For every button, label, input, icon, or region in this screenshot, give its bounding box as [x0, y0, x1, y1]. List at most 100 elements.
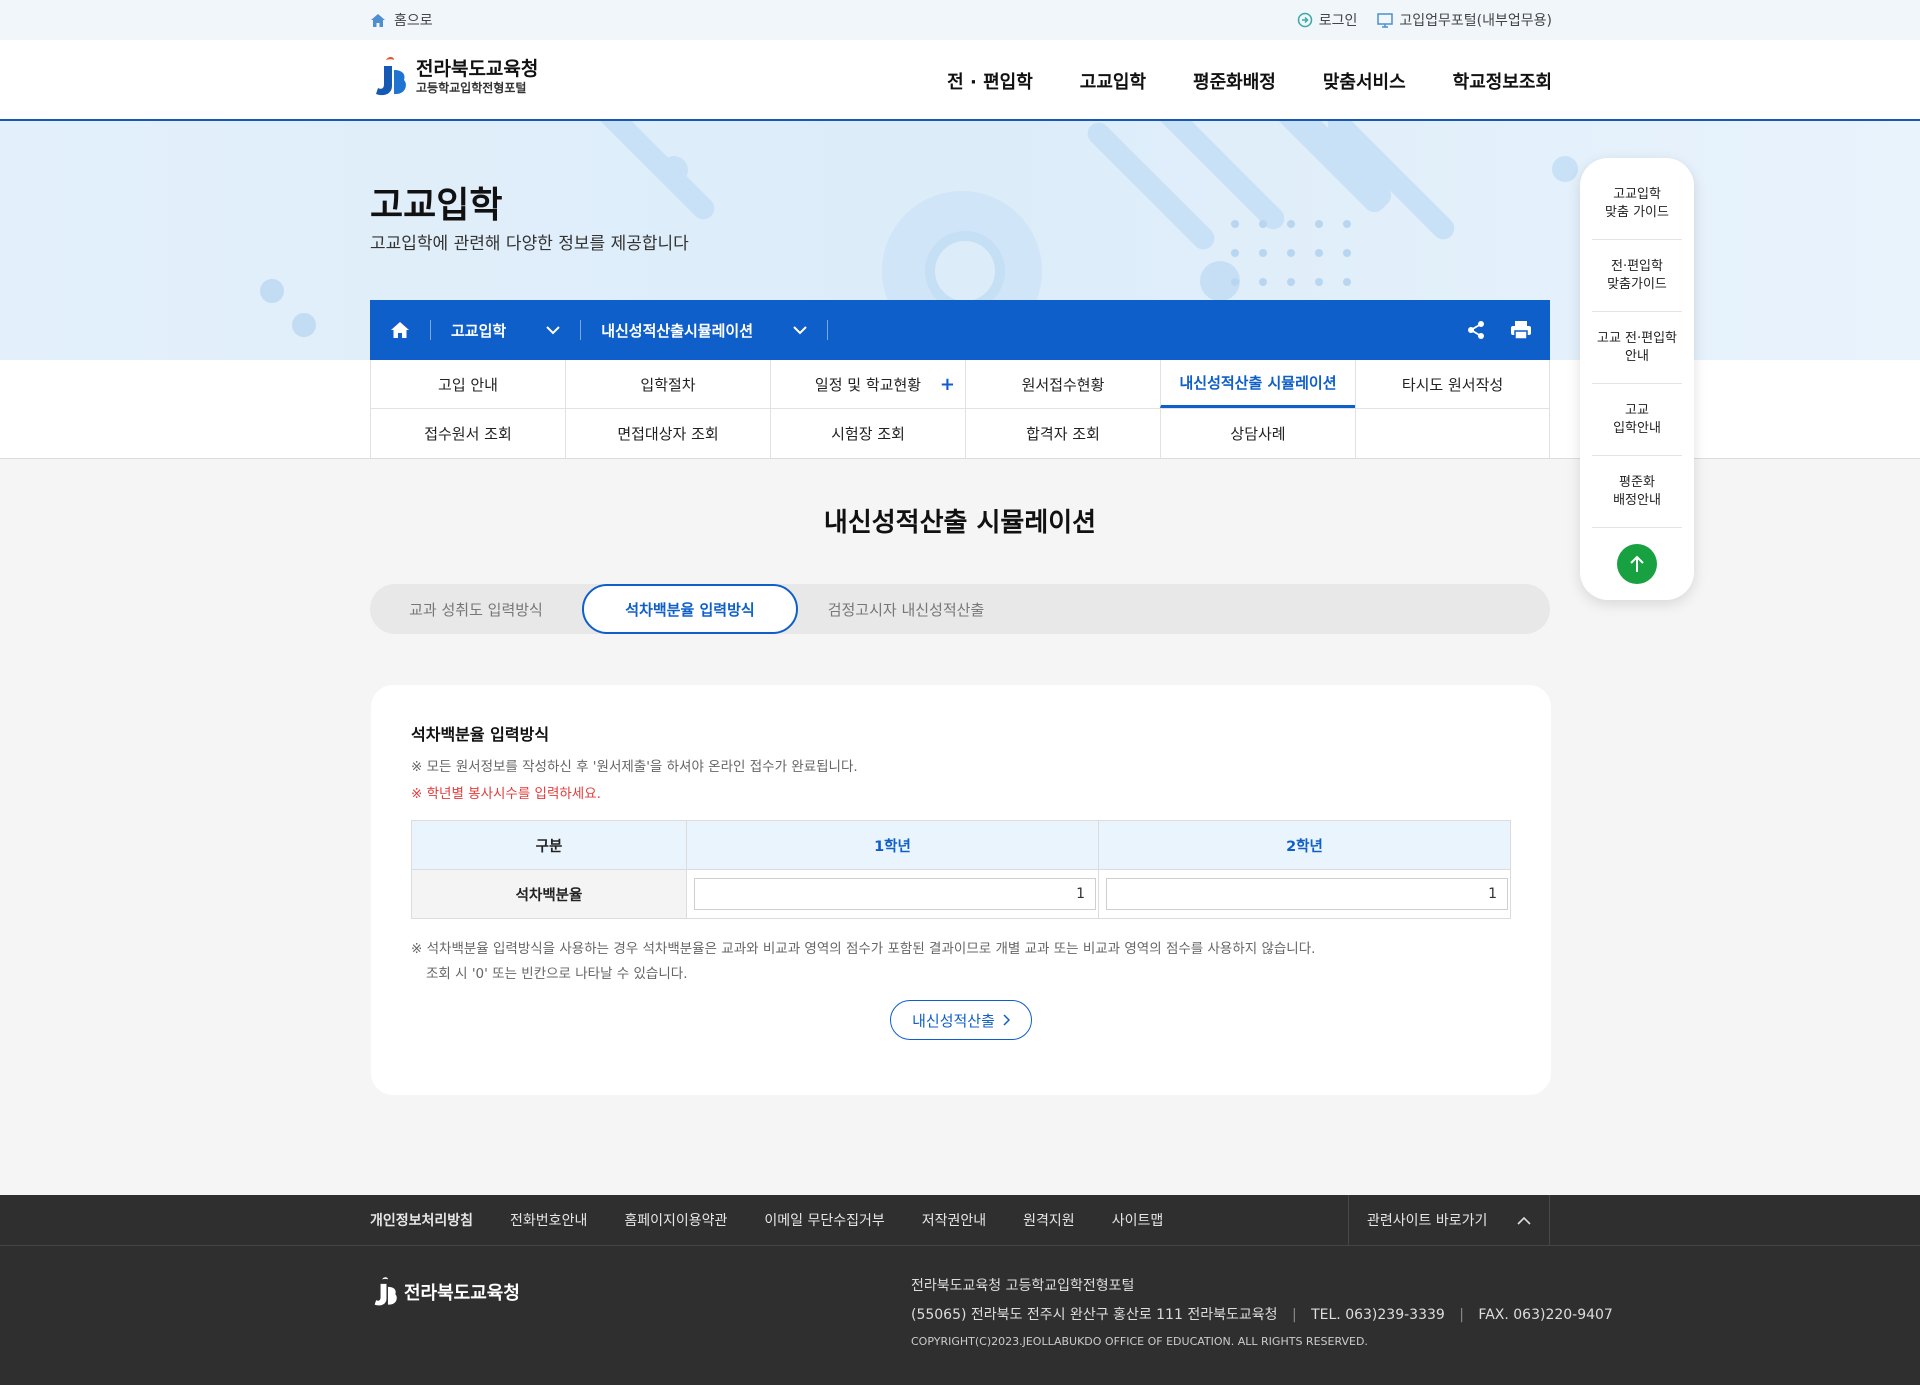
hero-dot-grid: [1231, 220, 1351, 286]
utility-bar: 홈으로 로그인 고입업무포털(내부업무용): [0, 0, 1920, 40]
breadcrumb-level2[interactable]: 내신성적산출시뮬레이션: [581, 320, 827, 341]
calculate-grade-label: 내신성적산출: [912, 1011, 995, 1030]
grade2-cell: [1097, 869, 1512, 919]
tab-ged-calculation[interactable]: 검정고시자 내신성적산출: [798, 584, 1014, 634]
share-icon[interactable]: [1466, 320, 1486, 340]
chevron-up-icon: [1517, 1216, 1531, 1225]
quick-menu: 고교입학 맞춤 가이드 전·편입학 맞춤가이드 고교 전·편입학 안내 고교 입…: [1580, 158, 1694, 600]
print-icon[interactable]: [1510, 320, 1532, 340]
quick-admission-info[interactable]: 고교 입학안내: [1592, 384, 1682, 456]
scroll-top-button[interactable]: [1617, 544, 1657, 584]
grade2-rank-percentile-input[interactable]: [1105, 878, 1508, 910]
chevron-down-icon: [793, 325, 807, 334]
footer-link-copyright[interactable]: 저작권안내: [922, 1210, 986, 1230]
sub-navigation-row: 고입 안내 입학절차 일정 및 학교현황 + 원서접수현황 내신성적산출 시뮬레…: [370, 360, 1550, 409]
hero-decoration: [660, 156, 688, 184]
footer-divider: [0, 1245, 1920, 1246]
footer-address: (55065) 전라북도 전주시 완산구 홍산로 111 전라북도교육청: [911, 1307, 1278, 1323]
footer-copyright: COPYRIGHT(C)2023.JEOLLABUKDO OFFICE OF E…: [911, 1335, 1368, 1348]
hero-decoration: [1552, 156, 1578, 182]
portal-link[interactable]: 고입업무포털(내부업무용): [1377, 10, 1552, 30]
tab-interview-lookup[interactable]: 면접대상자 조회: [565, 409, 770, 458]
monitor-icon: [1377, 12, 1394, 28]
input-method-tabs: 교과 성취도 입력방식 석차백분율 입력방식 검정고시자 내신성적산출: [370, 584, 1550, 634]
quick-item-label: 전·편입학 맞춤가이드: [1607, 258, 1667, 292]
footer-links: 개인정보처리방침 전화번호안내 홈페이지이용약관 이메일 무단수집거부 저작권안…: [370, 1195, 1163, 1245]
home-link[interactable]: 홈으로: [370, 10, 433, 30]
quick-item-label: 고교 전·편입학 안내: [1596, 330, 1678, 364]
breadcrumb-level2-label: 내신성적산출시뮬레이션: [601, 321, 754, 340]
quick-transfer-guide[interactable]: 전·편입학 맞춤가이드: [1592, 240, 1682, 312]
footer-logo-name: 전라북도교육청: [404, 1283, 520, 1304]
footer-tel: TEL. 063)239-3339: [1311, 1307, 1445, 1323]
footer-link-terms[interactable]: 홈페이지이용약관: [624, 1210, 727, 1230]
tab-admission-process[interactable]: 입학절차: [565, 360, 770, 408]
hero-decoration: [260, 279, 284, 303]
quick-item-label: 평준화 배정안내: [1613, 474, 1661, 508]
tab-application-status[interactable]: 원서접수현황: [965, 360, 1160, 408]
column-header-category: 구분: [411, 820, 687, 870]
login-link[interactable]: 로그인: [1297, 10, 1357, 30]
volunteer-hours-alert: ※ 학년별 봉사시수를 입력하세요.: [411, 786, 601, 802]
tab-rank-percentile-input[interactable]: 석차백분율 입력방식: [582, 584, 798, 634]
tab-pass-lookup[interactable]: 합격자 조회: [965, 409, 1160, 458]
tab-exam-site-lookup[interactable]: 시험장 조회: [770, 409, 965, 458]
quick-item-label: 고교 입학안내: [1613, 402, 1661, 436]
footer-link-phone[interactable]: 전화번호안내: [510, 1210, 587, 1230]
tab-admission-guide[interactable]: 고입 안내: [370, 360, 565, 408]
gnb-school-info[interactable]: 학교정보조회: [1453, 68, 1552, 94]
logo-emblem-icon: [376, 57, 406, 96]
footer-link-privacy[interactable]: 개인정보처리방침: [370, 1210, 473, 1230]
tab-schedule[interactable]: 일정 및 학교현황 +: [770, 360, 965, 408]
logo-name: 전라북도교육청: [416, 58, 539, 80]
simulation-card: 석차백분율 입력방식 ※ 모든 원서정보를 작성하신 후 '원서제출'을 하셔야…: [371, 685, 1551, 1095]
quick-equalization-info[interactable]: 평준화 배정안내: [1592, 456, 1682, 528]
site-footer: 개인정보처리방침 전화번호안내 홈페이지이용약관 이메일 무단수집거부 저작권안…: [0, 1195, 1920, 1385]
table-row: 석차백분율: [411, 869, 1512, 919]
calculate-grade-button[interactable]: 내신성적산출: [890, 1000, 1032, 1040]
column-header-grade1: 1학년: [686, 820, 1099, 870]
gnb-custom-service[interactable]: 맞춤서비스: [1323, 68, 1406, 94]
sub-navigation-row: 접수원서 조회 면접대상자 조회 시험장 조회 합격자 조회 상담사례: [370, 409, 1550, 458]
arrow-up-icon: [1630, 555, 1644, 572]
card-title: 석차백분율 입력방식: [411, 725, 550, 744]
tab-other-province[interactable]: 타시도 원서작성: [1355, 360, 1550, 408]
percentile-usage-note: ※ 석차백분율 입력방식을 사용하는 경우 석차백분율은 교과와 비교과 영역의…: [411, 941, 1316, 957]
footer-link-email-policy[interactable]: 이메일 무단수집거부: [764, 1210, 884, 1230]
hero-decoration: [925, 231, 1005, 311]
grade1-rank-percentile-input[interactable]: [694, 878, 1096, 910]
tab-grade-simulation[interactable]: 내신성적산출 시뮬레이션: [1160, 360, 1355, 408]
footer-fax: FAX. 063)220-9407: [1478, 1307, 1613, 1323]
home-link-label: 홈으로: [394, 13, 433, 29]
site-logo[interactable]: 전라북도교육청 고등학교입학전형포털: [370, 54, 538, 100]
footer-link-remote-support[interactable]: 원격지원: [1023, 1210, 1075, 1230]
portal-label: 고입업무포털(내부업무용): [1399, 13, 1552, 29]
hero-decoration: [292, 313, 316, 337]
breadcrumb: 고교입학 내신성적산출시뮬레이션: [370, 300, 1550, 360]
related-sites-label: 관련사이트 바로가기: [1367, 1213, 1488, 1229]
gnb-highschool-admission[interactable]: 고교입학: [1080, 68, 1146, 94]
column-header-grade2: 2학년: [1097, 820, 1512, 870]
breadcrumb-level1-label: 고교입학: [451, 321, 507, 340]
tab-application-lookup[interactable]: 접수원서 조회: [370, 409, 565, 458]
footer-info: 전라북도교육청 고등학교입학전형포털 (55065) 전라북도 전주시 완산구 …: [911, 1272, 1613, 1330]
breadcrumb-level1[interactable]: 고교입학: [431, 320, 580, 341]
gnb-equalization[interactable]: 평준화배정: [1193, 68, 1276, 94]
login-icon: [1297, 12, 1312, 28]
tab-counseling-cases[interactable]: 상담사례: [1160, 409, 1355, 458]
footer-separator: |: [1291, 1307, 1297, 1323]
related-sites-select[interactable]: 관련사이트 바로가기: [1348, 1195, 1550, 1245]
page-title: 내신성적산출 시뮬레이션: [823, 508, 1097, 538]
home-icon: [391, 322, 409, 338]
quick-admission-guide[interactable]: 고교입학 맞춤 가이드: [1592, 168, 1682, 240]
chevron-right-icon: [1003, 1014, 1010, 1026]
footer-link-sitemap[interactable]: 사이트맵: [1112, 1210, 1164, 1230]
submission-note: ※ 모든 원서정보를 작성하신 후 '원서제출'을 하셔야 온라인 접수가 완료…: [411, 759, 858, 775]
tab-achievement-input[interactable]: 교과 성취도 입력방식: [370, 584, 582, 634]
plus-icon: +: [939, 373, 955, 395]
quick-transfer-info[interactable]: 고교 전·편입학 안내: [1592, 312, 1682, 384]
tab-empty: [1355, 409, 1550, 458]
footer-logo: 전라북도교육청: [370, 1275, 520, 1309]
breadcrumb-home[interactable]: [370, 300, 430, 360]
gnb-transfer[interactable]: 전 · 편입학: [947, 68, 1033, 94]
